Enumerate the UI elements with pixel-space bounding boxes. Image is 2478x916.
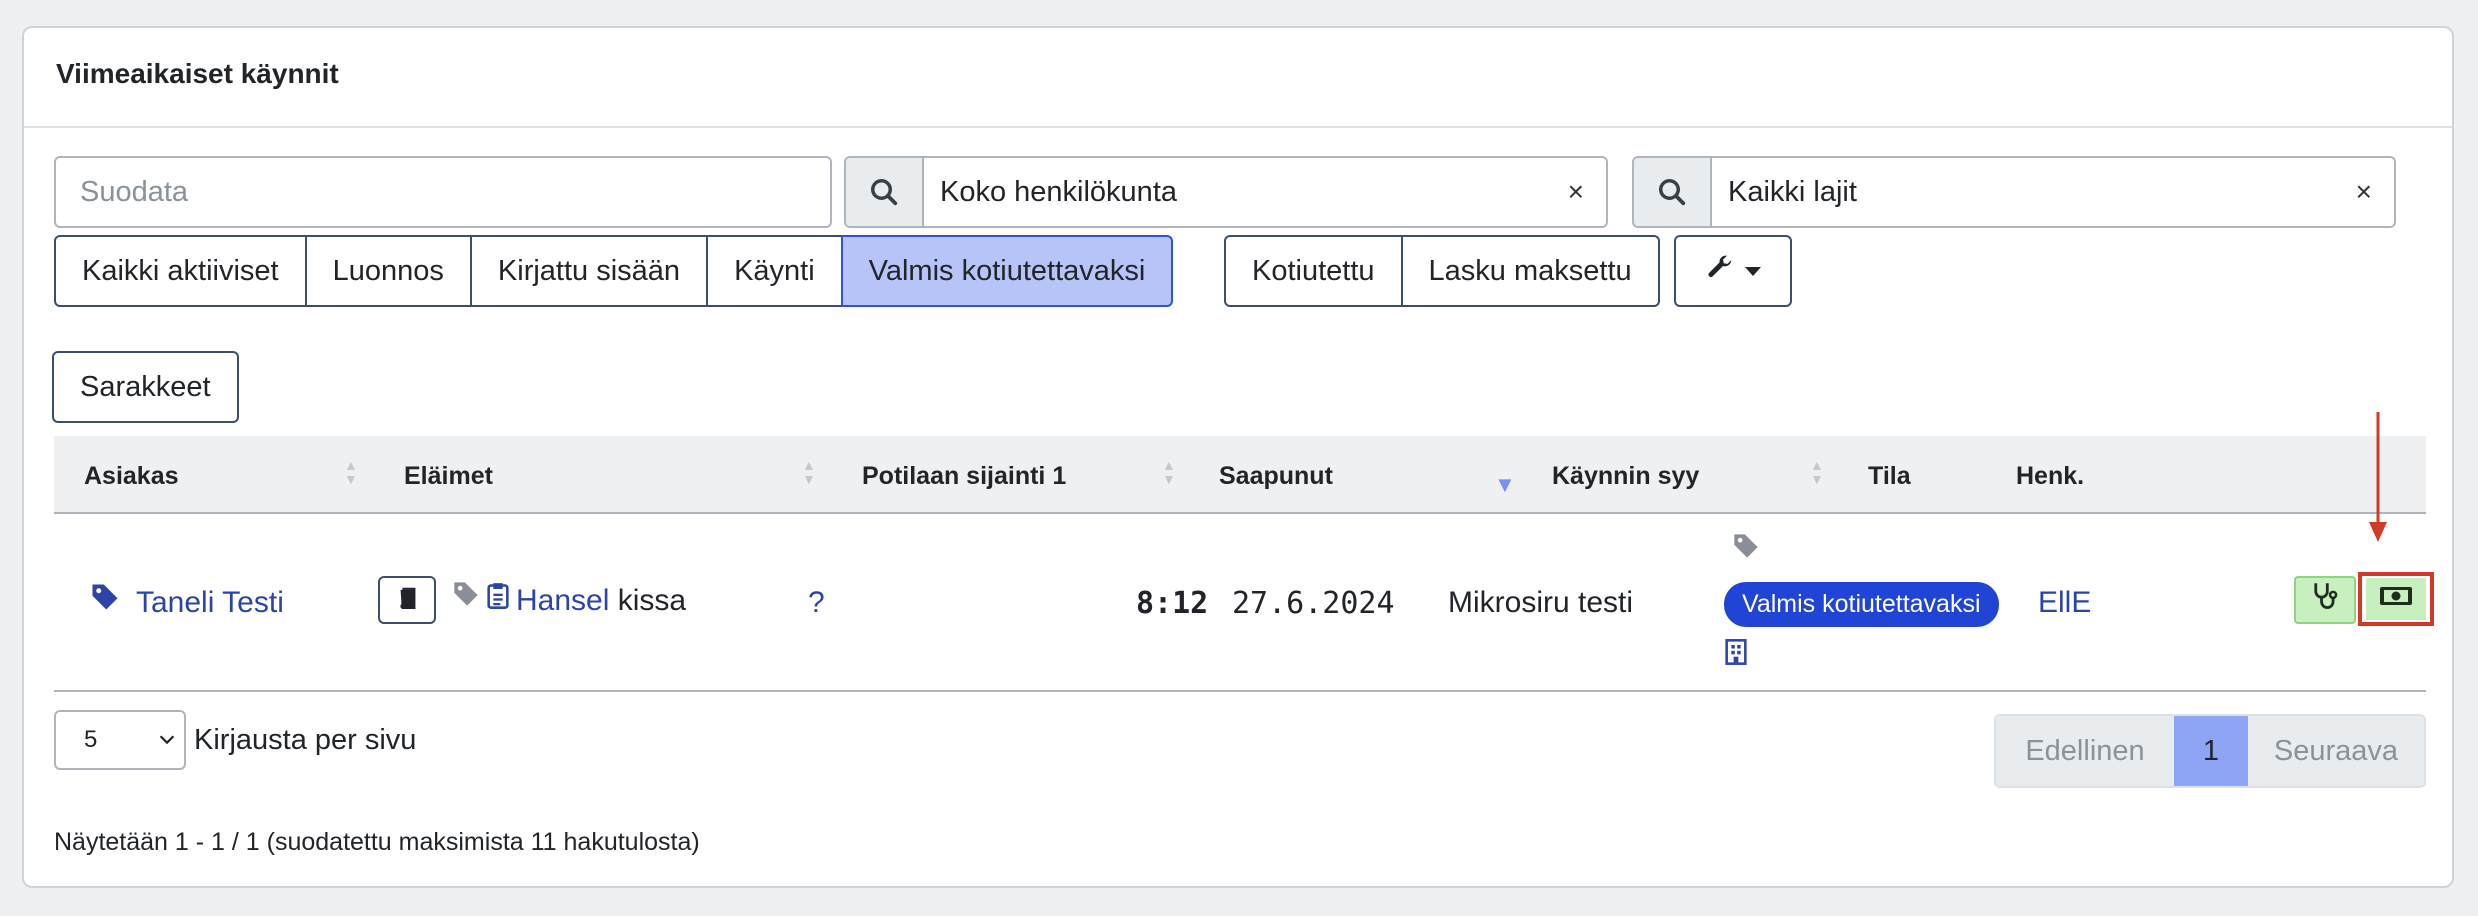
tab-discharged[interactable]: Kotiutettu [1224,235,1403,307]
col-customer[interactable]: Asiakas [84,462,179,491]
sort-desc-icon[interactable]: ▼ [1494,472,1516,498]
arrived-date: 27.6.2024 [1232,586,1395,621]
col-arrived[interactable]: Saapunut [1219,462,1333,491]
stethoscope-icon [2311,581,2339,619]
species-select-value: Kaikki lajit [1728,175,1857,208]
book-button[interactable] [378,576,436,624]
staff-select-value: Koko henkilökunta [940,175,1177,208]
tag-icon [452,580,480,616]
invoice-button[interactable] [2358,572,2434,626]
previous-page-button[interactable]: Edellinen [1996,716,2174,786]
sort-icon[interactable]: ▲ ▼ [802,458,816,486]
page-size-select[interactable]: 5 [54,710,186,770]
staff-select[interactable]: Koko henkilökunta × [844,156,1608,228]
columns-button[interactable]: Sarakkeet [52,351,239,423]
pagination: Edellinen 1 Seuraava [1994,714,2426,788]
filter-placeholder: Suodata [80,175,189,208]
species-clear-icon[interactable]: × [2356,176,2372,208]
page-size-value: 5 [84,726,98,753]
tab-checked-in[interactable]: Kirjattu sisään [469,235,709,307]
current-page-button[interactable]: 1 [2174,716,2248,786]
hospital-icon [1724,638,1748,674]
col-location[interactable]: Potilaan sijainti 1 [862,462,1066,491]
money-bill-icon [2378,582,2414,616]
animal-species: kissa [617,584,687,617]
arrived-time: 8:12 [1136,586,1209,621]
col-reason[interactable]: Käynnin syy [1552,462,1699,491]
recent-visits-card: Viimeaikaiset käynnit Suodata Koko henki… [22,26,2454,888]
search-icon [846,158,924,226]
table-row: Taneli Testi Hansel kissa ? 8:12 27.6.20… [54,514,2434,692]
tab-visit[interactable]: Käynti [706,235,843,307]
tag-icon [90,582,120,620]
table-header: Asiakas ▲ ▼ Eläimet ▲ ▼ Potilaan sijainti … [54,436,2426,514]
filter-input[interactable]: Suodata [54,156,832,228]
sort-icon[interactable]: ▲ ▼ [1162,458,1176,486]
annotation-arrow-icon [2366,412,2390,549]
animal-cell: Hansel kissa [516,584,686,618]
next-page-button[interactable]: Seuraava [2248,716,2424,786]
col-staff[interactable]: Henk. [2016,462,2084,491]
search-icon [1634,158,1712,226]
chevron-down-icon [156,728,178,757]
sort-icon[interactable]: ▲ ▼ [344,458,358,486]
tab-all-active[interactable]: Kaikki aktiiviset [54,235,307,307]
status-tabs-secondary: Kotiutettu Lasku maksettu [1224,235,1660,307]
animal-link[interactable]: Hansel [516,584,609,617]
visit-reason: Mikrosiru testi [1448,586,1634,619]
card-title: Viimeaikaiset käynnit [24,28,2452,128]
per-page-label: Kirjausta per sivu [194,724,417,756]
status-badge: Valmis kotiutettavaksi [1724,582,1999,627]
invoice-button-inner [2366,578,2426,620]
tab-draft[interactable]: Luonnos [304,235,472,307]
col-animals[interactable]: Eläimet [404,462,493,491]
sort-icon[interactable]: ▲ ▼ [1810,458,1824,486]
wrench-icon [1705,252,1735,290]
location-link[interactable]: ? [808,586,825,620]
results-summary: Näytetään 1 - 1 / 1 (suodatettu maksimis… [54,828,700,856]
staff-link[interactable]: EllE [2038,586,2091,620]
caret-down-icon [1745,266,1761,276]
clipboard-icon [486,582,510,618]
tag-icon[interactable] [1732,532,1760,568]
tab-invoice-paid[interactable]: Lasku maksettu [1400,235,1660,307]
customer-link[interactable]: Taneli Testi [136,586,284,620]
tools-dropdown-button[interactable] [1674,235,1792,307]
status-tabs: Kaikki aktiiviset Luonnos Kirjattu sisää… [54,235,1174,307]
staff-clear-icon[interactable]: × [1568,176,1584,208]
tab-ready-discharge[interactable]: Valmis kotiutettavaksi [840,235,1174,307]
book-icon [396,583,418,617]
treatment-button[interactable] [2294,576,2356,624]
col-status[interactable]: Tila [1868,462,1911,491]
species-select[interactable]: Kaikki lajit × [1632,156,2396,228]
